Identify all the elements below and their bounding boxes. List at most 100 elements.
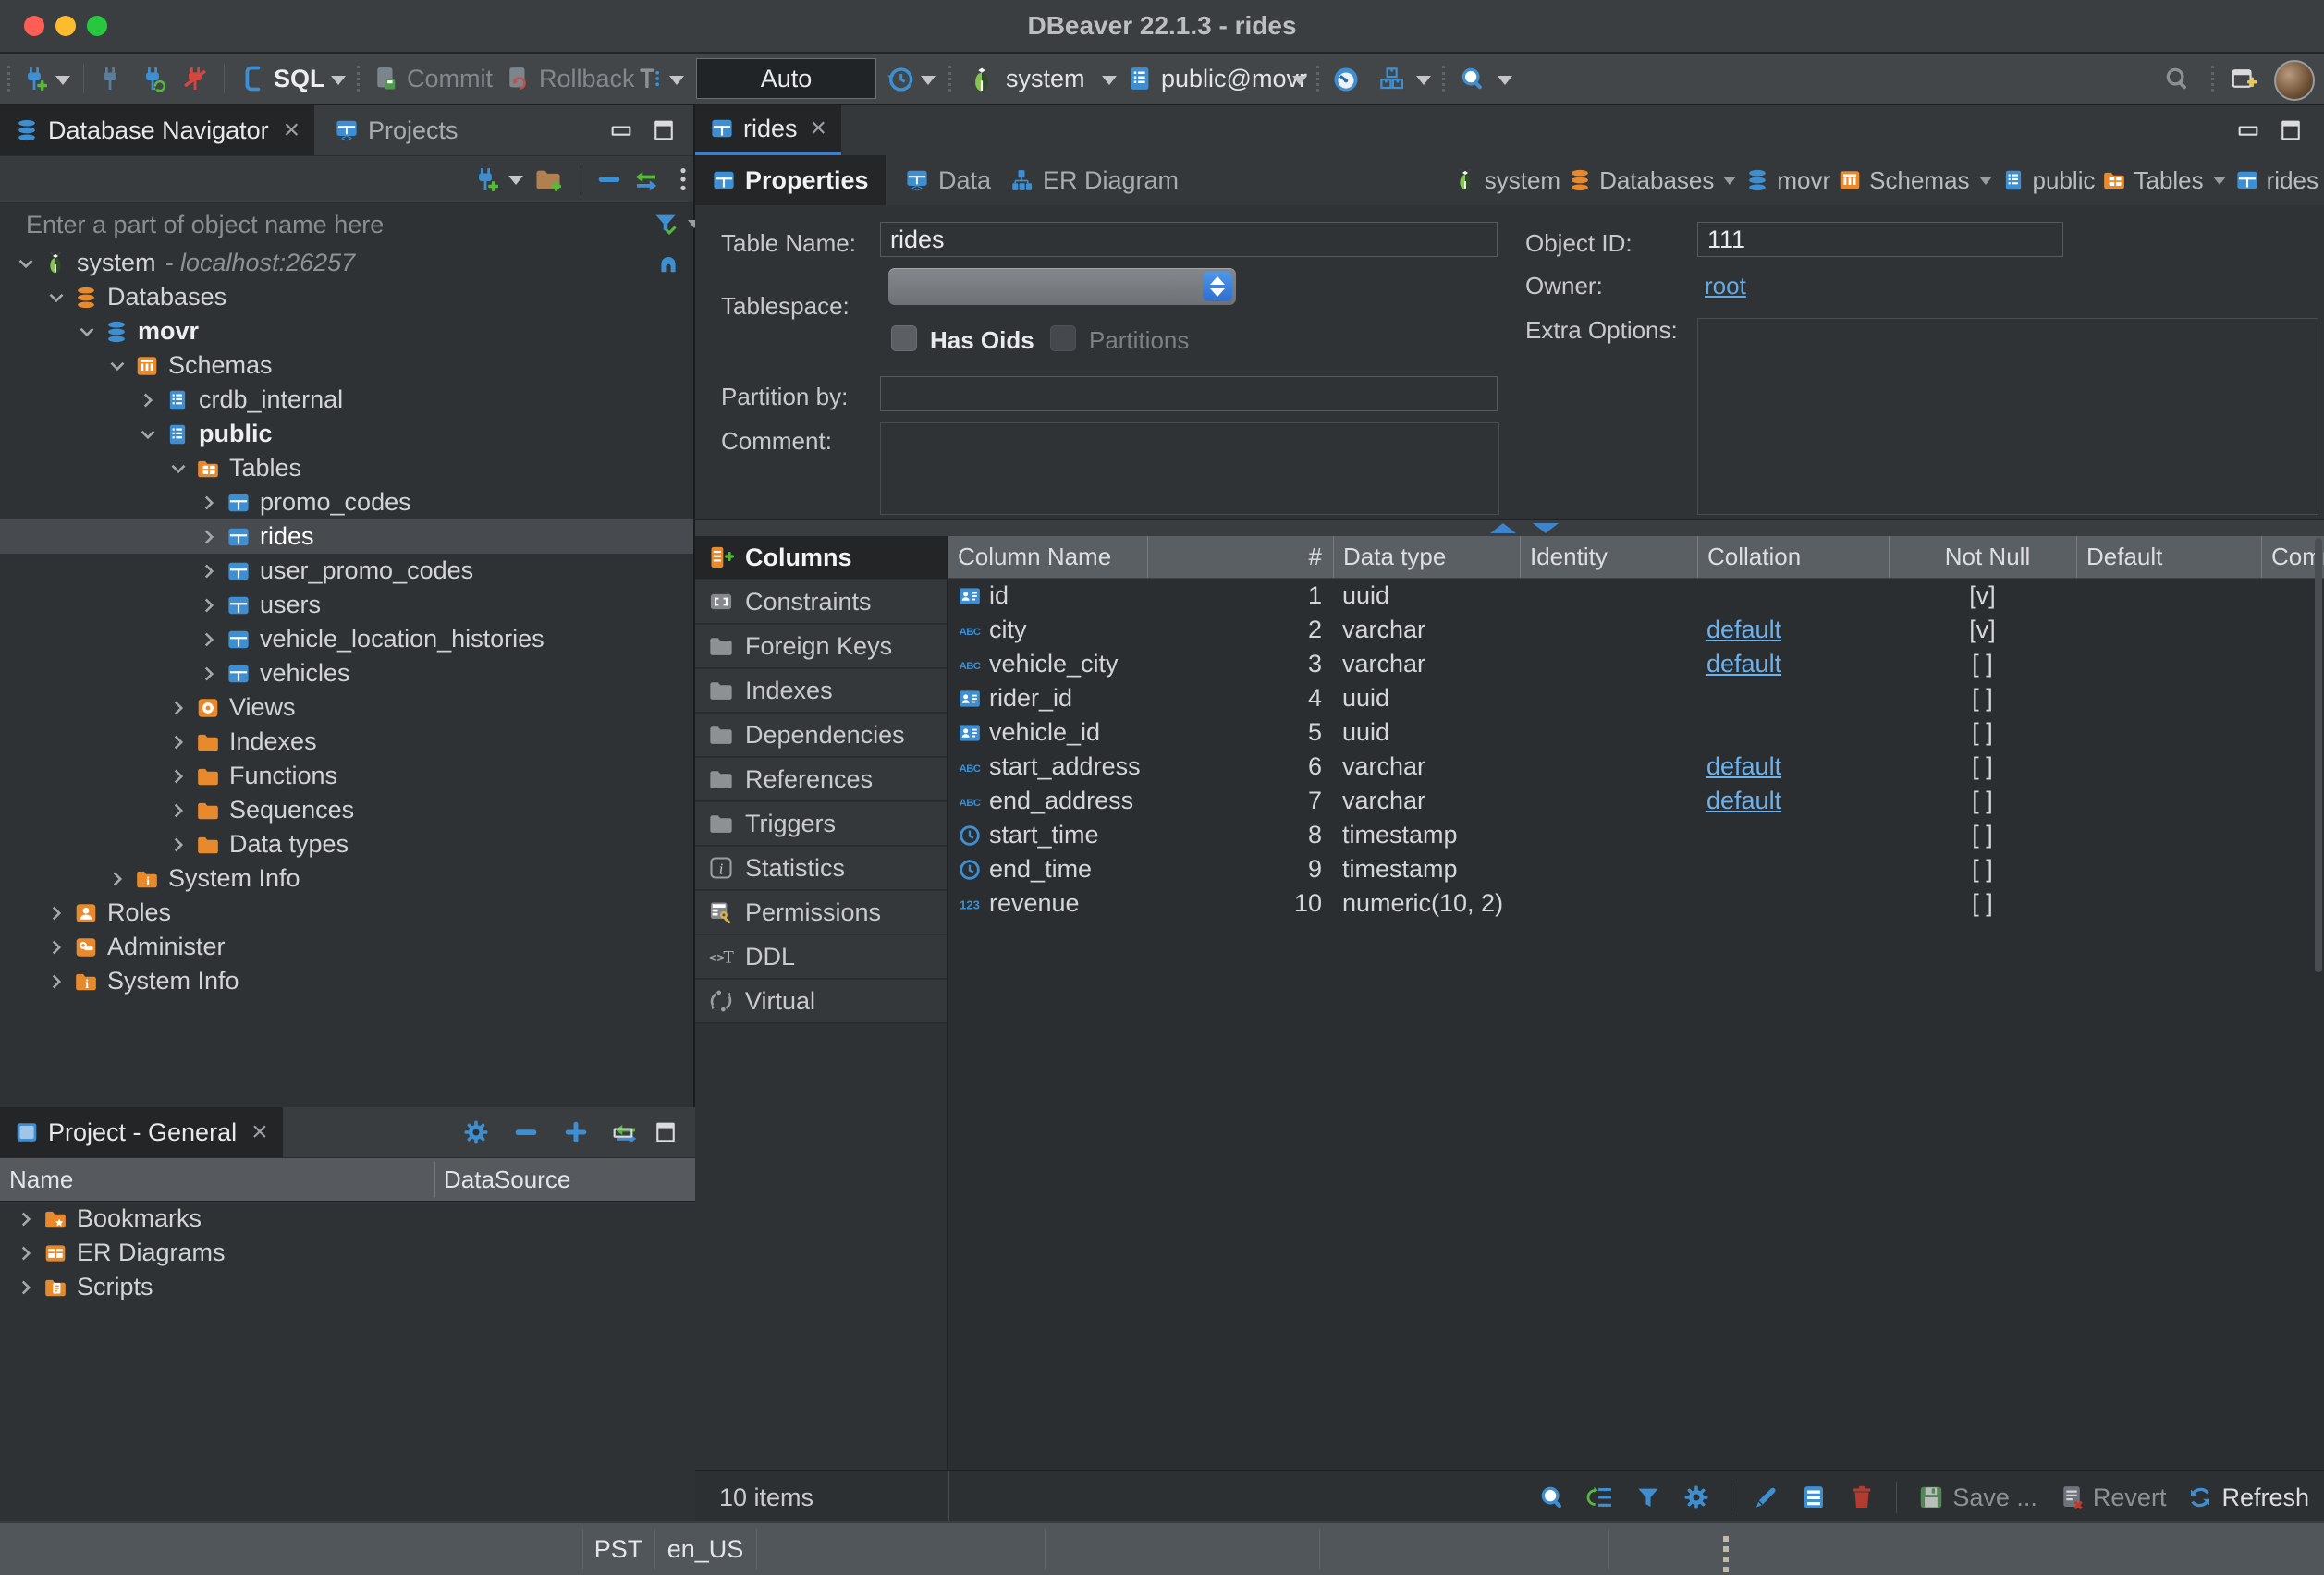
maximize-icon[interactable] (653, 1119, 679, 1145)
reconnect-button[interactable] (139, 65, 166, 92)
settings-button[interactable] (462, 1118, 490, 1146)
delete-column-button[interactable] (1848, 1483, 1876, 1511)
grid-column-[interactable]: # (1147, 536, 1333, 578)
tree-item-functions[interactable]: Functions (0, 759, 693, 793)
grid-search-button[interactable] (1538, 1483, 1566, 1511)
connect-button[interactable] (96, 65, 124, 92)
packages-button[interactable] (1377, 65, 1405, 92)
search-icon[interactable] (2163, 65, 2191, 92)
refresh-button[interactable]: Refresh (2186, 1483, 2309, 1512)
tree-item-crdb-internal[interactable]: crdb_internal (0, 383, 693, 417)
breadcrumb-system[interactable]: system (1453, 166, 1560, 195)
dropdown-icon[interactable] (1102, 76, 1117, 85)
project-item-bookmarks[interactable]: Bookmarks (0, 1202, 695, 1236)
scrollbar[interactable] (2315, 538, 2322, 972)
grid-column-collation[interactable]: Collation (1697, 536, 1889, 578)
tree-item-roles[interactable]: Roles (0, 896, 693, 930)
rollback-button[interactable]: Rollback (539, 54, 635, 104)
sidetab-statistics[interactable]: iStatistics (695, 847, 947, 891)
tree-item-data-types[interactable]: Data types (0, 827, 693, 861)
chevron-right-icon[interactable] (166, 833, 190, 857)
object-filter-input[interactable]: Enter a part of object name here (26, 203, 384, 246)
timezone-status[interactable]: PST (582, 1523, 654, 1575)
tree-item-administer[interactable]: Administer (0, 930, 693, 964)
sidetab-columns[interactable]: Columns (695, 536, 947, 580)
has-oids-checkbox[interactable] (891, 325, 917, 351)
tree-item-public[interactable]: public (0, 417, 693, 451)
chevron-right-icon[interactable] (197, 593, 221, 617)
edit-column-button[interactable] (1752, 1483, 1780, 1511)
chevron-right-icon[interactable] (197, 559, 221, 583)
dashboard-button[interactable] (1331, 65, 1361, 94)
new-folder-button[interactable] (534, 165, 562, 193)
chevron-right-icon[interactable] (14, 1276, 38, 1300)
close-icon[interactable]: × (284, 115, 300, 146)
dropdown-icon[interactable] (508, 176, 523, 185)
collation-link[interactable]: default (1706, 752, 1781, 781)
chevron-down-icon[interactable] (14, 251, 38, 275)
chevron-right-icon[interactable] (197, 491, 221, 515)
tab-projects[interactable]: <> Projects (335, 105, 459, 155)
breadcrumb-movr[interactable]: movr (1745, 166, 1830, 195)
project-item-er-diagrams[interactable]: ER Diagrams (0, 1236, 695, 1270)
grid-row-vehicle-id[interactable]: vehicle_id5uuid[ ] (948, 715, 2324, 750)
grid-settings-button[interactable] (1682, 1483, 1710, 1511)
grid-row-rider-id[interactable]: rider_id4uuid[ ] (948, 681, 2324, 715)
sidetab-references[interactable]: References (695, 758, 947, 802)
grid-row-end-time[interactable]: end_time9timestamp[ ] (948, 852, 2324, 886)
grid-row-id[interactable]: id1uuid[v] (948, 579, 2324, 613)
collapse-down-icon[interactable] (1533, 523, 1559, 533)
view-menu-button[interactable] (669, 165, 697, 193)
dropdown-icon[interactable] (1979, 177, 1992, 185)
grid-filter-button[interactable] (1634, 1483, 1662, 1511)
tab-project-general[interactable]: Project - General × (0, 1107, 283, 1157)
maximize-icon[interactable] (651, 117, 677, 143)
save-button[interactable]: Save ... (1917, 1483, 2037, 1512)
dropdown-icon[interactable] (921, 76, 936, 85)
tree-item-system[interactable]: system - localhost:26257 (0, 246, 693, 280)
grid-row-vehicle-city[interactable]: ABCvehicle_city3varchardefault[ ] (948, 647, 2324, 681)
view-column-button[interactable] (1800, 1483, 1828, 1511)
tree-item-schemas[interactable]: Schemas (0, 348, 693, 383)
grid-row-end-address[interactable]: ABCend_address7varchardefault[ ] (948, 784, 2324, 818)
locale-status[interactable]: en_US (654, 1523, 756, 1575)
tablespace-select[interactable] (888, 268, 1236, 305)
collation-link[interactable]: default (1706, 650, 1781, 678)
transaction-log-icon[interactable] (636, 65, 664, 92)
new-window-button[interactable] (2230, 65, 2257, 92)
breadcrumb-tables[interactable]: Tables (2102, 166, 2203, 195)
maximize-icon[interactable] (2278, 117, 2304, 143)
transaction-history-icon[interactable] (886, 65, 915, 94)
tree-item-tables[interactable]: Tables (0, 451, 693, 485)
tree-item-databases[interactable]: Databases (0, 280, 693, 314)
subtab-er-diagram[interactable]: ER Diagram (993, 155, 1195, 205)
close-icon[interactable]: × (251, 1117, 268, 1148)
collapse-all-button[interactable] (595, 165, 623, 193)
tree-item-movr[interactable]: movr (0, 314, 693, 348)
refresh-columns-button[interactable] (1586, 1483, 1614, 1511)
chevron-down-icon[interactable] (105, 354, 129, 378)
grid-column-data-type[interactable]: Data type (1333, 536, 1520, 578)
chevron-right-icon[interactable] (197, 662, 221, 686)
chevron-down-icon[interactable] (136, 422, 160, 446)
collation-link[interactable]: default (1706, 787, 1781, 815)
sidetab-triggers[interactable]: Triggers (695, 802, 947, 847)
tree-item-system-info[interactable]: iSystem Info (0, 964, 693, 998)
chevron-right-icon[interactable] (44, 935, 68, 959)
tree-item-vehicles[interactable]: vehicles (0, 656, 693, 690)
new-connection-button[interactable] (471, 165, 499, 193)
tree-item-rides[interactable]: rides (0, 519, 693, 554)
owner-link[interactable]: root (1705, 272, 1746, 300)
tree-item-users[interactable]: users (0, 588, 693, 622)
disconnect-button[interactable] (181, 65, 209, 92)
search-metadata-button[interactable] (1459, 65, 1486, 92)
chevron-right-icon[interactable] (14, 1241, 38, 1265)
dropdown-icon[interactable] (1292, 76, 1307, 85)
subtab-properties[interactable]: Properties (695, 155, 886, 205)
tree-item-sequences[interactable]: Sequences (0, 793, 693, 827)
tree-item-views[interactable]: Views (0, 690, 693, 725)
collapse-all-button[interactable] (512, 1118, 540, 1146)
active-schema-select[interactable]: public@movr (1161, 54, 1307, 104)
dropdown-icon[interactable] (2213, 177, 2226, 185)
minimize-icon[interactable] (608, 117, 634, 143)
